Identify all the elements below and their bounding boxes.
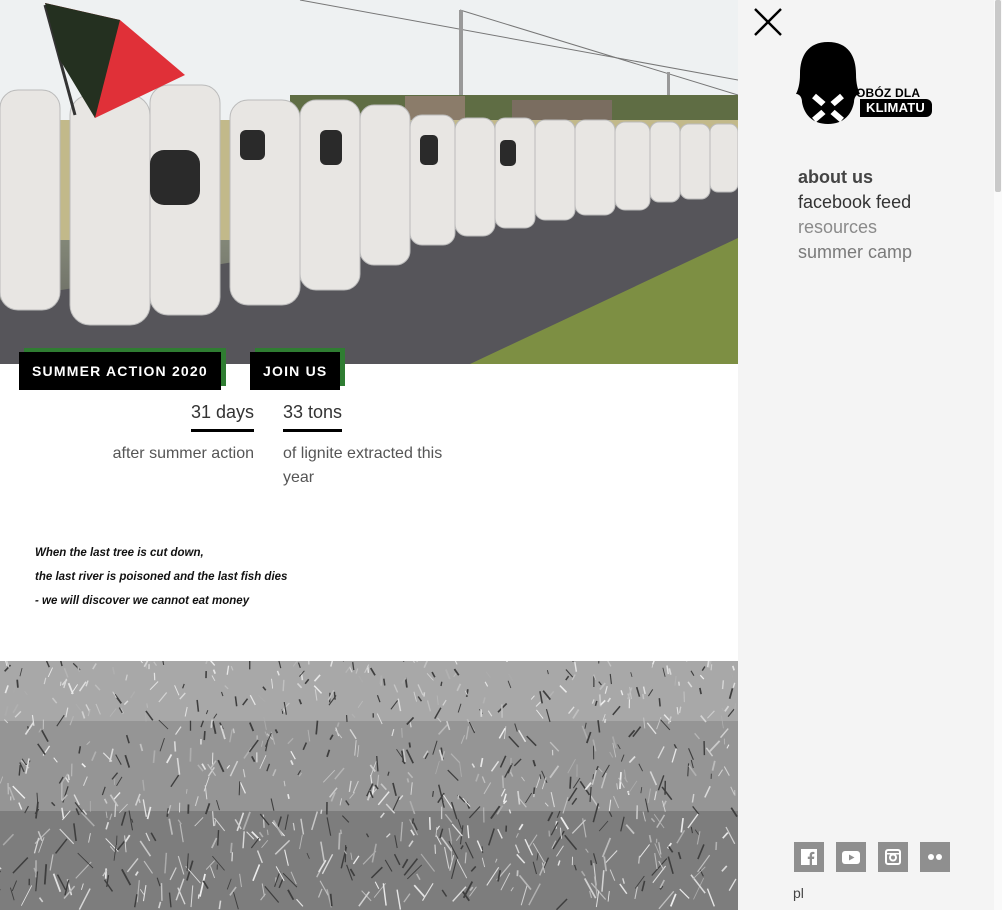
menu-item-summer-camp[interactable]: summer camp: [798, 240, 912, 265]
field-image-stubble: [0, 661, 738, 910]
scrollbar-thumb[interactable]: [995, 0, 1001, 192]
stat-description: after summer action: [112, 445, 254, 462]
side-menu-panel: [738, 0, 998, 910]
summer-action-button[interactable]: SUMMER ACTION 2020: [19, 352, 221, 390]
logo-text-bottom: KLIMATU: [860, 99, 932, 117]
stat-value: 31 days: [190, 402, 254, 432]
language-switch[interactable]: pl: [793, 885, 804, 901]
logo-head-icon: [796, 42, 860, 124]
stat-value: 33 tons: [283, 402, 343, 432]
close-icon[interactable]: [752, 6, 784, 38]
side-menu: about us facebook feed resources summer …: [798, 165, 912, 265]
facebook-icon[interactable]: [794, 842, 824, 872]
quote-line: - we will discover we cannot eat money: [35, 595, 250, 607]
scrollbar[interactable]: [994, 0, 1002, 910]
hero-image-marchers: [0, 0, 738, 364]
menu-item-resources[interactable]: resources: [798, 215, 912, 240]
quote-block: When the last tree is cut down, the last…: [35, 541, 287, 613]
menu-item-about-us[interactable]: about us: [798, 165, 912, 190]
main-content: SUMMER ACTION 2020 JOIN US 31 days after…: [0, 0, 738, 910]
hero-photo: [0, 0, 738, 364]
flickr-icon[interactable]: [920, 842, 950, 872]
quote-line: When the last tree is cut down,: [35, 547, 204, 559]
quote-line: the last river is poisoned and the last …: [35, 571, 288, 583]
stat-lignite-tons: 33 tons of lignite extracted this year: [283, 402, 473, 490]
menu-item-facebook-feed[interactable]: facebook feed: [798, 190, 912, 215]
youtube-icon[interactable]: [836, 842, 866, 872]
logo-text-top: OBÓZ DLA: [856, 86, 921, 100]
join-us-button[interactable]: JOIN US: [250, 352, 341, 390]
instagram-icon[interactable]: [878, 842, 908, 872]
field-photo: [0, 661, 738, 910]
stat-description: of lignite extracted this year: [283, 445, 443, 486]
stat-days-since-action: 31 days after summer action: [54, 402, 254, 466]
